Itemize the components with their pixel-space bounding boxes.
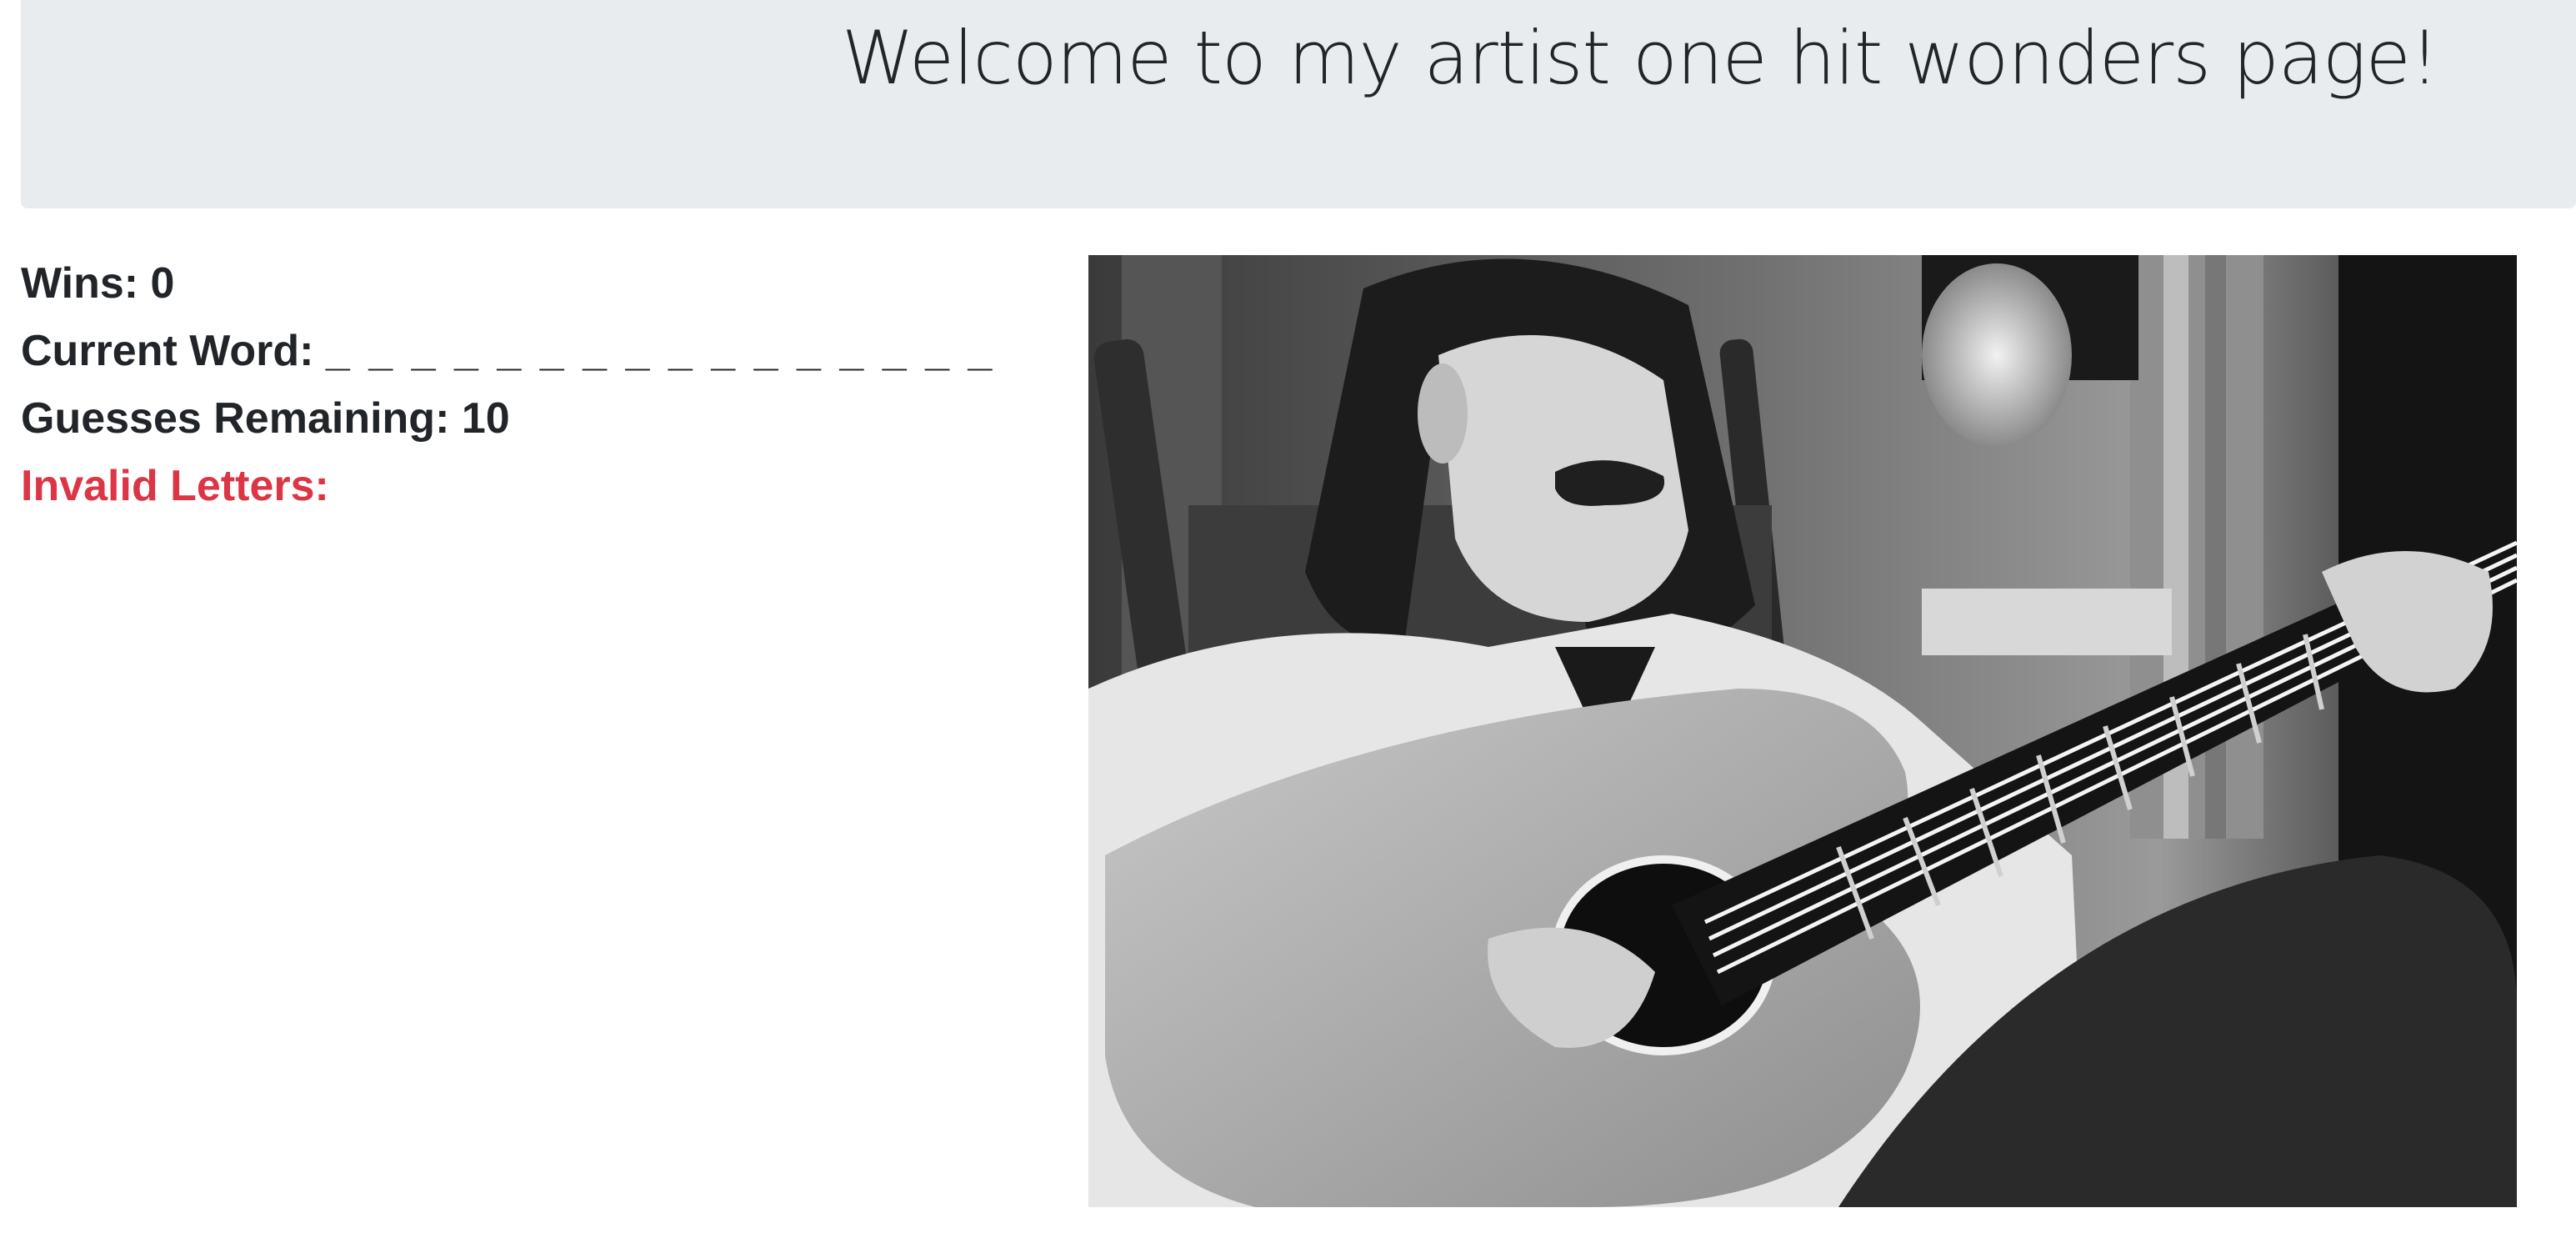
- game-stats: Wins: 0 Current Word: _ _ _ _ _ _ _ _ _ …: [21, 250, 1063, 520]
- wins-line: Wins: 0: [21, 250, 1063, 318]
- wins-label: Wins:: [21, 259, 139, 308]
- invalid-letters-line: Invalid Letters:: [21, 453, 1063, 520]
- guesses-value: 10: [461, 394, 510, 443]
- guitarist-photo-illustration: [1088, 255, 2517, 1207]
- page-title: Welcome to my artist one hit wonders pag…: [842, 15, 2439, 101]
- current-word-label: Current Word:: [21, 327, 314, 375]
- header-jumbotron: Welcome to my artist one hit wonders pag…: [21, 0, 2576, 208]
- invalid-letters-label: Invalid Letters:: [21, 462, 329, 510]
- current-word-line: Current Word: _ _ _ _ _ _ _ _ _ _ _ _ _ …: [21, 318, 1063, 385]
- artist-photo: [1088, 255, 2517, 1207]
- wins-value: 0: [150, 259, 175, 308]
- current-word-value: _ _ _ _ _ _ _ _ _ _ _ _ _ _ _ _: [325, 327, 996, 375]
- guesses-label: Guesses Remaining:: [21, 394, 450, 443]
- guesses-line: Guesses Remaining: 10: [21, 385, 1063, 453]
